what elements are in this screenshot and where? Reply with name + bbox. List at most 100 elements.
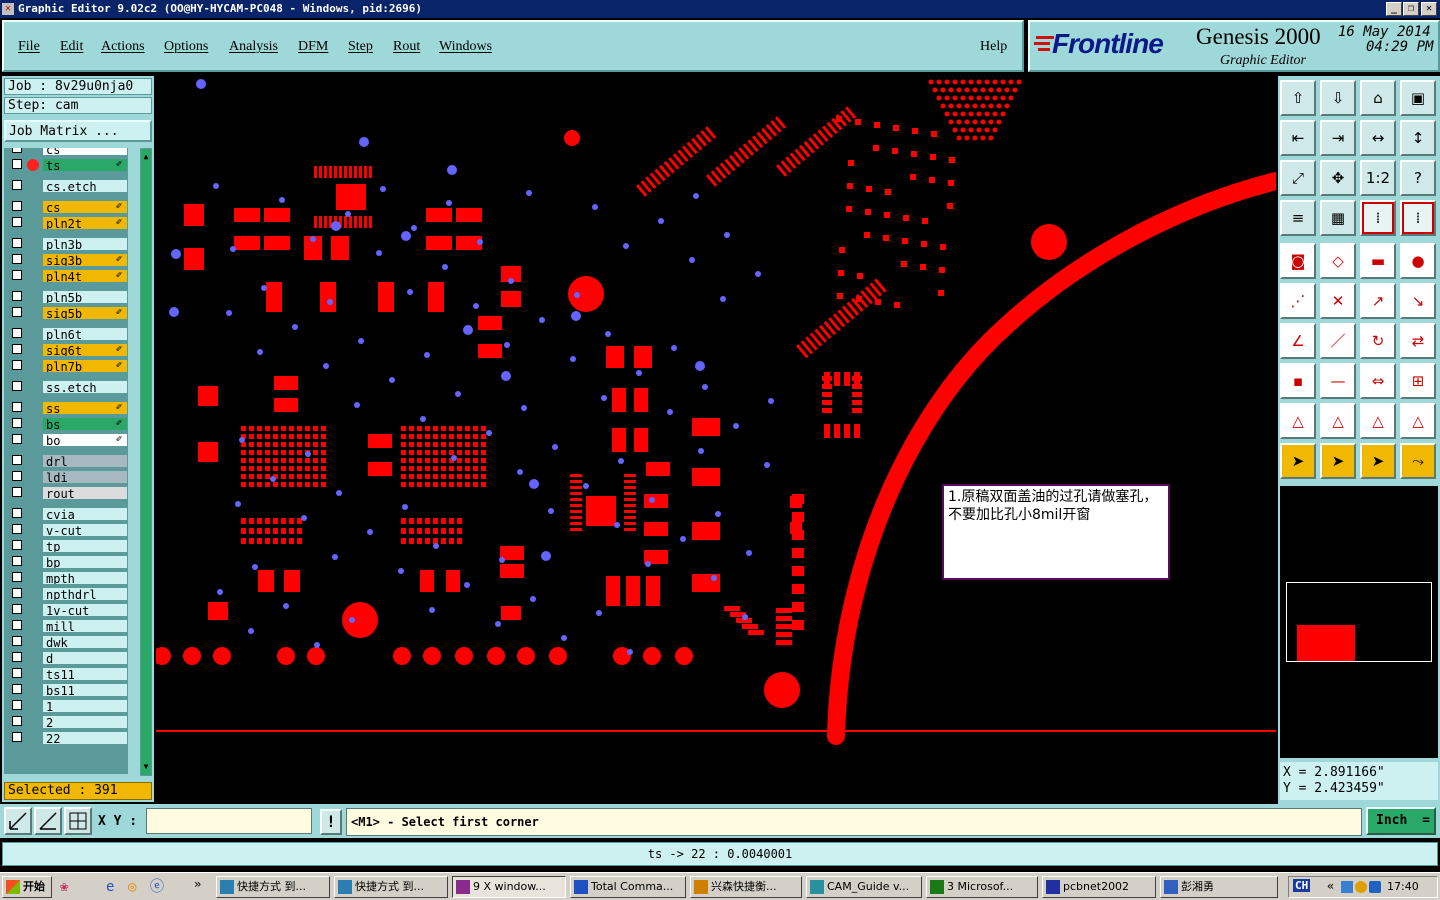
scale-1-2-icon[interactable]: 1:2 <box>1360 160 1396 196</box>
menu-help[interactable]: Help <box>980 39 1007 55</box>
layer-row[interactable]: rout <box>8 486 128 501</box>
layer-name[interactable]: pln3b <box>42 237 128 251</box>
layer-row[interactable]: ss.etch <box>8 380 128 395</box>
layer-checkbox[interactable] <box>12 148 22 153</box>
layer-name[interactable]: bp <box>42 555 128 569</box>
layer-checkbox[interactable] <box>12 217 22 227</box>
cross-icon[interactable]: ✕ <box>1320 283 1356 319</box>
select-3-icon[interactable]: ➤ <box>1360 443 1396 479</box>
layer-checkbox[interactable] <box>12 434 22 444</box>
zoom-out-icon[interactable]: ↕ <box>1400 120 1436 156</box>
layer-row[interactable]: ldi <box>8 470 128 485</box>
layer-name[interactable]: pln6t <box>42 327 128 341</box>
layer-checkbox[interactable] <box>12 487 22 497</box>
snap-icon[interactable]: ⁞ <box>1360 200 1396 236</box>
layer-row[interactable]: sig6t ✐ <box>8 343 128 358</box>
layer-row[interactable]: cs ✐ <box>8 200 128 215</box>
maximize-button[interactable]: ❐ <box>1403 2 1419 16</box>
layer-row[interactable]: sig3b ✐ <box>8 253 128 268</box>
layer-row[interactable]: 1v-cut <box>8 603 128 618</box>
window-icon[interactable]: ▣ <box>1400 80 1436 116</box>
layer-checkbox[interactable] <box>12 180 22 190</box>
layer-checkbox[interactable] <box>12 238 22 248</box>
snap-angle-icon[interactable] <box>34 807 62 835</box>
layer-row[interactable]: 1 <box>8 699 128 714</box>
layer-checkbox[interactable] <box>12 524 22 534</box>
layer-checkbox[interactable] <box>12 716 22 726</box>
snap-corner-icon[interactable] <box>4 807 32 835</box>
layer-row[interactable]: d <box>8 651 128 666</box>
layer-row[interactable]: bp <box>8 555 128 570</box>
layer-name[interactable]: 2 <box>42 715 128 729</box>
menu-step[interactable]: Step <box>348 39 373 55</box>
graphic-canvas[interactable] <box>156 76 1276 804</box>
layer-row[interactable]: v-cut <box>8 523 128 538</box>
zoom-home-icon[interactable]: ⇧ <box>1280 80 1316 116</box>
arc-icon[interactable]: ↻ <box>1360 323 1396 359</box>
layer-checkbox[interactable] <box>12 360 22 370</box>
warning-button[interactable]: ! <box>320 809 342 835</box>
taskbar-item[interactable]: 9 X window... <box>452 876 566 898</box>
layer-name[interactable]: mill <box>42 619 128 633</box>
pan-right-icon[interactable]: ⇥ <box>1320 120 1356 156</box>
layer-checkbox[interactable] <box>12 508 22 518</box>
layer-row[interactable]: dwk <box>8 635 128 650</box>
polygon-3-icon[interactable]: △ <box>1360 403 1396 439</box>
layer-checkbox[interactable] <box>12 455 22 465</box>
snap-2-icon[interactable]: ⁞ <box>1400 200 1436 236</box>
scroll-up-icon[interactable]: ▲ <box>142 151 150 163</box>
help-icon[interactable]: ? <box>1400 160 1436 196</box>
layer-row[interactable]: bs ✐ <box>8 417 128 432</box>
layer-row[interactable]: ss ✐ <box>8 401 128 416</box>
ie-icon[interactable]: e <box>106 879 122 895</box>
layer-row[interactable]: sig5b ✐ <box>8 306 128 321</box>
taskbar-item[interactable]: 兴森快捷衡... <box>690 876 802 898</box>
xy-input[interactable] <box>146 808 312 834</box>
layer-name[interactable]: ts11 <box>42 667 128 681</box>
flip-icon[interactable]: ⇄ <box>1400 323 1436 359</box>
layer-row[interactable]: bs11 <box>8 683 128 698</box>
layer-checkbox[interactable] <box>12 291 22 301</box>
layer-checkbox[interactable] <box>12 668 22 678</box>
select-2-icon[interactable]: ➤ <box>1320 443 1356 479</box>
layer-row[interactable]: cvia <box>8 507 128 522</box>
snap-grid-icon[interactable] <box>64 807 92 835</box>
layer-checkbox[interactable] <box>12 636 22 646</box>
fit-icon[interactable]: ⤢ <box>1280 160 1316 196</box>
layer-row[interactable]: 22 <box>8 731 128 746</box>
minus-icon[interactable]: — <box>1320 363 1356 399</box>
close-button[interactable]: ✕ <box>1421 2 1437 16</box>
layer-row[interactable]: ts ✐ <box>8 158 128 173</box>
layer-name[interactable]: ss.etch <box>42 380 128 394</box>
layer-checkbox[interactable] <box>12 556 22 566</box>
layer-row[interactable]: bo ✐ <box>8 433 128 448</box>
layer-row[interactable]: mill <box>8 619 128 634</box>
taskbar-item[interactable]: CAM_Guide v... <box>806 876 922 898</box>
quicklaunch-icon[interactable]: ❀ <box>60 879 78 895</box>
layer-name[interactable]: drl <box>42 454 128 468</box>
layer-checkbox[interactable] <box>12 588 22 598</box>
layer-checkbox[interactable] <box>12 402 22 412</box>
layer-checkbox[interactable] <box>12 381 22 391</box>
pad-icon[interactable]: ◙ <box>1280 243 1316 279</box>
copy-icon[interactable]: ↘ <box>1400 283 1436 319</box>
layer-checkbox[interactable] <box>12 201 22 211</box>
overview-frame[interactable] <box>1286 582 1432 662</box>
language-indicator[interactable]: CH <box>1293 879 1311 892</box>
layer-name[interactable]: 1v-cut <box>42 603 128 617</box>
layer-name[interactable]: v-cut <box>42 523 128 537</box>
layer-name[interactable]: pln5b <box>42 290 128 304</box>
minimize-button[interactable]: _ <box>1386 2 1402 16</box>
layer-row[interactable]: pln3b <box>8 237 128 252</box>
move-icon[interactable]: ↗ <box>1360 283 1396 319</box>
route-icon[interactable]: ⤳ <box>1400 443 1436 479</box>
start-button[interactable]: 开始 <box>2 876 52 898</box>
taskbar-item[interactable]: 快捷方式 到... <box>334 876 448 898</box>
layer-row[interactable]: mpth <box>8 571 128 586</box>
layer-checkbox[interactable] <box>12 270 22 280</box>
group-icon[interactable]: ⊞ <box>1400 363 1436 399</box>
menu-actions[interactable]: Actions <box>101 39 145 55</box>
pan-left-icon[interactable]: ⇤ <box>1280 120 1316 156</box>
layer-row[interactable]: drl <box>8 454 128 469</box>
layer-checkbox[interactable] <box>12 700 22 710</box>
